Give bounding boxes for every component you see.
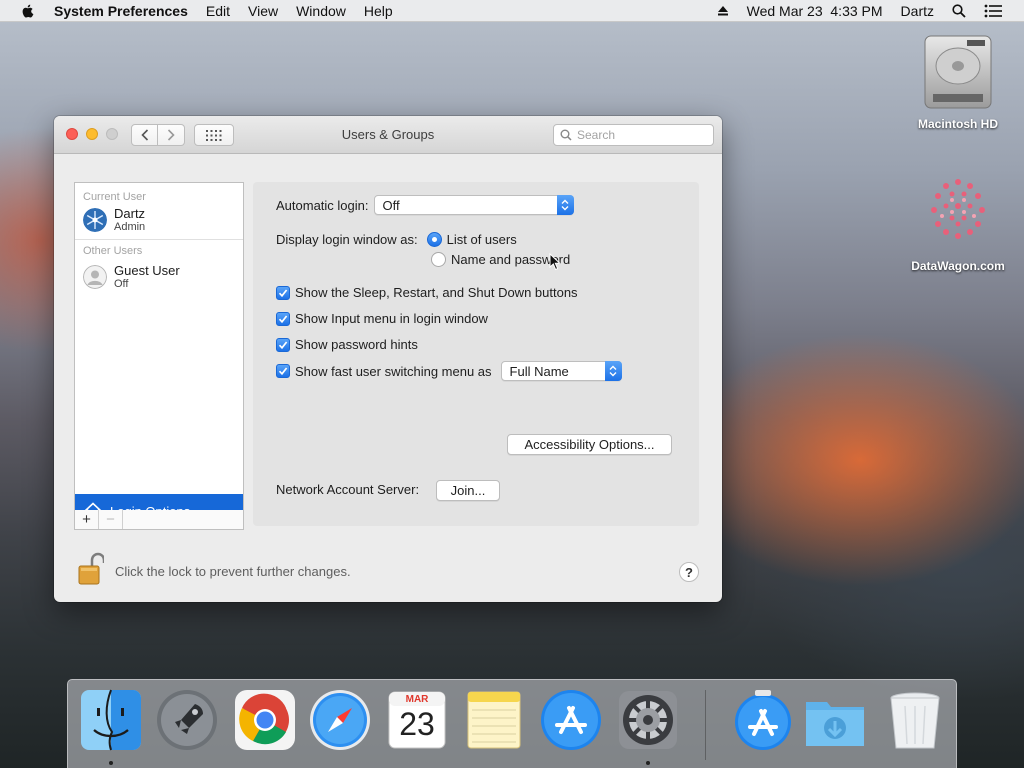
checkbox-fast-user-switching[interactable] [276,364,290,378]
user-name: Guest User [114,263,180,278]
checkbox-label[interactable]: Show fast user switching menu as [295,364,492,379]
window-titlebar[interactable]: Users & Groups [54,116,722,154]
fast-switch-popup[interactable]: Full Name [500,361,622,381]
downloads-folder-icon[interactable] [803,688,867,752]
updown-arrows-icon [556,195,574,215]
calendar-day: 23 [399,706,435,742]
checkbox-label[interactable]: Show the Sleep, Restart, and Shut Down b… [295,285,578,300]
menu-edit[interactable]: Edit [206,3,230,19]
checkbox-row: Show Input menu in login window [276,311,488,326]
chrome-icon[interactable] [233,688,297,752]
radio-list-of-users-label[interactable]: List of users [447,232,517,247]
checkmark-icon [278,288,288,297]
checkbox-label[interactable]: Show Input menu in login window [295,311,488,326]
apple-menu-icon[interactable] [20,3,36,19]
automatic-login-row: Automatic login: Off [276,195,574,215]
accessibility-options-button[interactable]: Accessibility Options... [507,434,672,455]
checkbox-row: Show password hints [276,337,418,352]
fast-switch-value: Full Name [509,363,569,379]
checkbox-row: Show fast user switching menu as Full Na… [276,361,622,381]
eject-icon[interactable] [717,5,729,17]
desktop-icon-label: Macintosh HD [917,117,998,131]
network-account-row: Network Account Server: [276,482,419,497]
app-store-icon[interactable] [539,688,603,752]
safari-icon[interactable] [308,688,372,752]
automatic-login-popup[interactable]: Off [373,195,574,215]
hard-drive-icon [924,35,992,109]
checkbox-password-hints[interactable] [276,337,290,352]
checkmark-icon [278,340,288,349]
checkmark-icon [278,367,288,376]
display-login-row: Display login window as: List of users [276,232,517,247]
calendar-month: MAR [405,694,429,705]
desktop-icon-macintosh-hd[interactable]: Macintosh HD [898,32,1018,131]
radio-list-of-users[interactable] [426,232,442,247]
updown-arrows-icon [604,361,622,381]
mouse-cursor-icon [549,253,561,271]
checkbox-row: Show the Sleep, Restart, and Shut Down b… [276,285,578,300]
automatic-login-label: Automatic login: [276,197,369,213]
datawagon-logo-icon [931,179,985,239]
user-avatar-snowflake-icon [83,208,107,232]
login-options-panel: Automatic login: Off Display login windo… [253,182,699,526]
checkbox-input-menu[interactable] [276,311,290,326]
unlocked-lock-icon[interactable] [78,552,104,586]
launchpad-icon[interactable] [155,688,219,752]
network-account-label: Network Account Server: [276,482,420,497]
menu-app-name[interactable]: System Preferences [54,3,188,19]
desktop-icon-label: DataWagon.com [911,259,1005,273]
other-users-header: Other Users [83,245,143,257]
remove-user-button[interactable]: − [99,510,123,529]
search-input[interactable] [577,128,707,142]
user-row-guest[interactable]: Guest User Off [75,260,243,294]
display-login-label: Display login window as: [276,232,418,247]
user-role: Admin [114,221,146,233]
desktop-icon-datawagon[interactable]: DataWagon.com [898,170,1018,273]
user-row-dartz[interactable]: Dartz Admin [75,203,243,237]
automatic-login-value: Off [382,197,400,213]
menu-window[interactable]: Window [296,3,346,19]
user-name: Dartz [114,206,146,221]
users-list[interactable]: Current User Dartz Admin Other Users Gue… [74,182,244,529]
user-status: Off [114,278,129,290]
system-preferences-icon[interactable] [616,688,680,752]
users-groups-window: Users & Groups Current User Dartz Admin … [54,116,722,602]
checkbox-label[interactable]: Show password hints [295,337,418,352]
menu-user[interactable]: Dartz [901,3,934,19]
calendar-icon[interactable]: MAR 23 [385,688,449,752]
dock: MAR 23 [67,679,957,768]
dock-separator [705,690,706,760]
add-user-button[interactable]: + [75,510,99,529]
guest-avatar-icon [83,265,107,289]
search-field[interactable] [553,124,714,146]
trash-icon[interactable] [883,688,947,752]
notes-icon[interactable] [462,688,526,752]
menu-clock[interactable]: Wed Mar 23 4:33 PM [747,3,883,19]
radio-name-and-password[interactable] [431,252,446,267]
checkmark-icon [278,314,288,323]
help-button[interactable]: ? [679,562,699,582]
app-store-download-icon[interactable] [731,688,795,752]
menu-view[interactable]: View [248,3,278,19]
list-buttons-bar: + − [74,510,244,530]
current-user-header: Current User [83,191,146,203]
menu-help[interactable]: Help [364,3,393,19]
window-footer: Click the lock to prevent further change… [54,550,722,590]
search-icon [560,129,572,141]
checkbox-sleep-restart-shutdown[interactable] [276,285,290,300]
notification-center-icon[interactable] [984,4,1002,18]
lock-status-text: Click the lock to prevent further change… [115,564,351,579]
menu-bar: System Preferences Edit View Window Help… [0,0,1024,22]
finder-icon[interactable] [79,688,143,752]
join-button[interactable]: Join... [436,480,500,501]
spotlight-icon[interactable] [952,3,966,18]
